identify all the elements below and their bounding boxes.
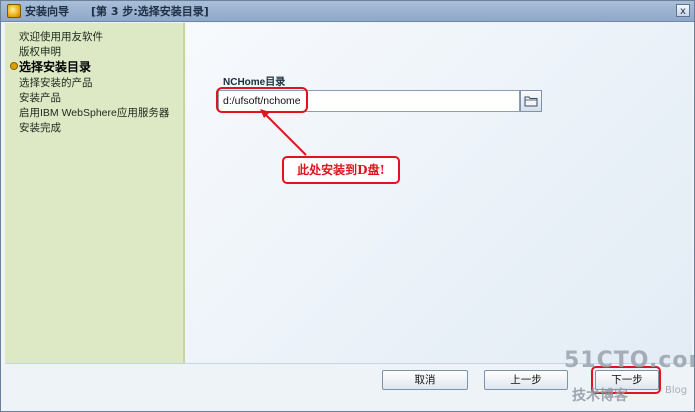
nchome-path-input[interactable] — [218, 90, 520, 112]
step-item-install-products: 安装产品 — [19, 92, 61, 104]
current-step-bullet-icon — [10, 62, 18, 70]
title-bar[interactable]: 安装向导 [第 3 步:选择安装目录] x — [1, 1, 694, 22]
step-item-choose-directory: 选择安装目录 — [10, 58, 92, 75]
watermark-subtitle: 技术博客 — [572, 388, 628, 404]
previous-button[interactable]: 上一步 — [484, 370, 568, 390]
watermark-logo: 51CTO.com — [564, 348, 694, 373]
step-item-welcome: 欢迎使用用友软件 — [19, 31, 103, 43]
step-title: [第 3 步:选择安装目录] — [91, 5, 209, 18]
close-icon[interactable]: x — [676, 4, 690, 17]
browse-folder-button[interactable] — [520, 90, 542, 112]
main-content: NCHome目录 此处安装到D盘! — [186, 23, 692, 363]
java-app-icon — [7, 4, 21, 18]
annotation-callout: 此处安装到D盘! — [282, 156, 400, 184]
cancel-button[interactable]: 取消 — [382, 370, 468, 390]
step-item-enable-websphere: 启用IBM WebSphere应用服务器 — [19, 107, 170, 119]
installer-window: 安装向导 [第 3 步:选择安装目录] x 欢迎使用用友软件 版权申明 选择安装… — [0, 0, 695, 412]
step-item-choose-products: 选择安装的产品 — [19, 77, 93, 89]
folder-icon — [524, 96, 538, 107]
window-title: 安装向导 — [25, 5, 69, 18]
step-item-finish: 安装完成 — [19, 122, 61, 134]
step-item-copyright: 版权申明 — [19, 46, 61, 58]
annotation-arrow-icon — [260, 109, 307, 156]
step-item-label: 选择安装目录 — [19, 60, 92, 74]
nchome-label: NCHome目录 — [223, 77, 286, 88]
steps-panel: 欢迎使用用友软件 版权申明 选择安装目录 选择安装的产品 安装产品 启用IBM … — [5, 23, 185, 363]
watermark-blog: Blog — [665, 385, 688, 396]
